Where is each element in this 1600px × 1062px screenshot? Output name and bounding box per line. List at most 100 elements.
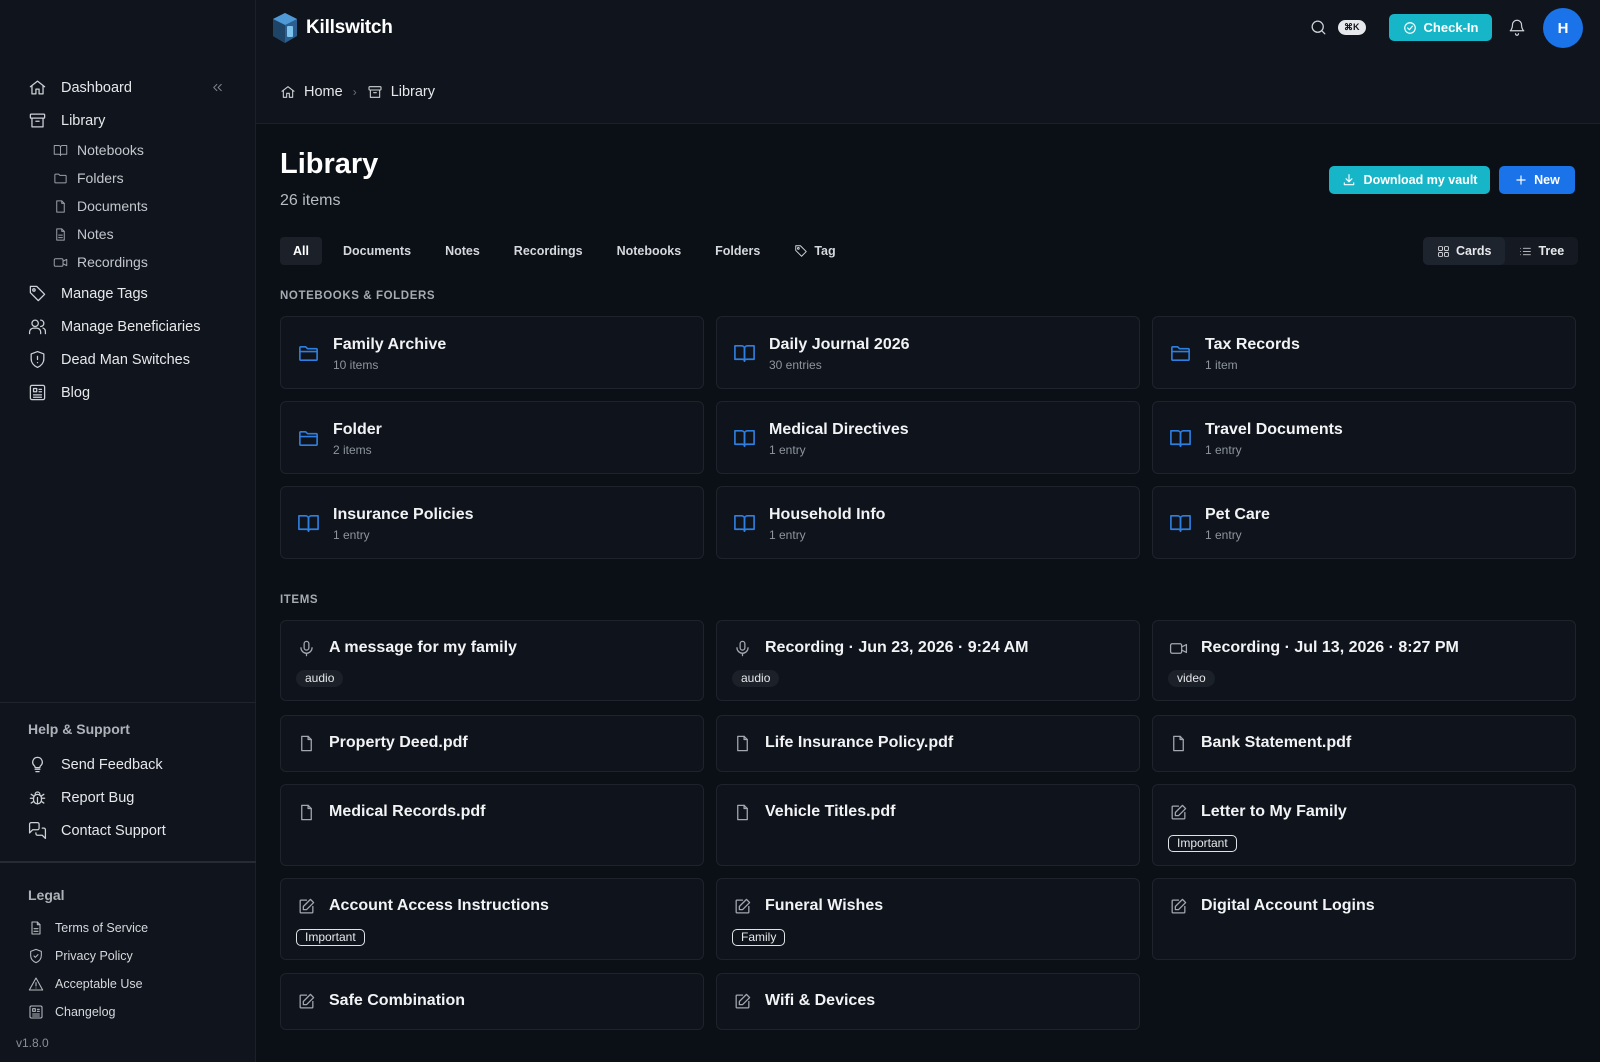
notebook-icon	[1170, 430, 1191, 447]
collection-name: Insurance Policies	[333, 506, 474, 523]
breadcrumb: Home › Library	[280, 84, 435, 100]
tab-all[interactable]: All	[280, 237, 322, 265]
item-card[interactable]: Vehicle Titles.pdf	[716, 784, 1140, 866]
item-name: Digital Account Logins	[1201, 897, 1375, 914]
folder-icon	[299, 345, 318, 362]
collection-card[interactable]: Medical Directives 1 entry	[716, 401, 1140, 474]
notebook-icon	[298, 515, 319, 532]
sidebar-item-label: Library	[61, 112, 106, 129]
item-card[interactable]: Recording · Jul 13, 2026 · 8:27 PM video	[1152, 620, 1576, 701]
legal-item-label: Changelog	[55, 1005, 116, 1019]
item-card[interactable]: Letter to My Family Important	[1152, 784, 1576, 866]
item-card[interactable]: Bank Statement.pdf	[1152, 715, 1576, 772]
grid-icon	[1438, 245, 1449, 257]
users-icon	[28, 319, 47, 335]
sidebar-subitem-documents[interactable]: Documents	[53, 198, 148, 214]
report-bug-link[interactable]: Report Bug	[28, 788, 134, 807]
sidebar-item-blog[interactable]: Blog	[28, 383, 90, 402]
sidebar-item-manage-tags[interactable]: Manage Tags	[28, 284, 148, 303]
edit-icon	[1171, 898, 1187, 914]
tab-recordings[interactable]: Recordings	[497, 237, 600, 265]
media-type-badge: audio	[296, 670, 344, 687]
sidebar-subitem-recordings[interactable]: Recordings	[53, 254, 148, 270]
sidebar-subitem-label: Folders	[77, 170, 124, 186]
sidebar-subitem-folders[interactable]: Folders	[53, 170, 124, 186]
sidebar-item-dead-man-switches[interactable]: Dead Man Switches	[28, 350, 190, 369]
lightbulb-icon	[32, 756, 43, 773]
collection-count: 1 entry	[333, 528, 370, 542]
view-toggle: Cards Tree	[1423, 237, 1579, 265]
home-icon	[281, 86, 295, 98]
tab-folders[interactable]: Folders	[698, 237, 777, 265]
list-icon	[1520, 247, 1532, 255]
sidebar-item-library[interactable]: Library	[28, 111, 105, 130]
terms-link[interactable]: Terms of Service	[28, 920, 148, 936]
collection-card[interactable]: Household Info 1 entry	[716, 486, 1140, 559]
search-button[interactable]	[1309, 18, 1328, 37]
new-label: New	[1534, 173, 1560, 187]
collapse-sidebar-button[interactable]	[210, 80, 225, 95]
collection-card[interactable]: Travel Documents 1 entry	[1152, 401, 1576, 474]
item-card[interactable]: Property Deed.pdf	[280, 715, 704, 772]
item-card[interactable]: Recording · Jun 23, 2026 · 9:24 AM audio	[716, 620, 1140, 701]
breadcrumb-current: Library	[390, 84, 436, 100]
contact-support-link[interactable]: Contact Support	[28, 821, 166, 840]
sidebar-subitem-notes[interactable]: Notes	[53, 226, 114, 242]
newspaper-icon	[29, 384, 46, 401]
send-feedback-link[interactable]: Send Feedback	[28, 755, 163, 774]
chevron-right-icon: ›	[352, 85, 357, 99]
collection-card[interactable]: Insurance Policies 1 entry	[280, 486, 704, 559]
item-card[interactable]: Funeral Wishes Family	[716, 878, 1140, 960]
check-in-button[interactable]: Check-In	[1389, 14, 1492, 41]
legal-item-label: Privacy Policy	[55, 949, 133, 963]
breadcrumb-home[interactable]: Home	[304, 84, 343, 100]
notifications-button[interactable]	[1508, 18, 1526, 36]
item-card[interactable]: Account Access Instructions Important	[280, 878, 704, 960]
item-card[interactable]: Safe Combination	[280, 973, 704, 1030]
newspaper-icon	[29, 1005, 43, 1019]
collection-card[interactable]: Pet Care 1 entry	[1152, 486, 1576, 559]
collection-card[interactable]: Family Archive 10 items	[280, 316, 704, 389]
tag-icon	[795, 245, 808, 257]
tag-badge: Family	[732, 929, 786, 946]
collection-card[interactable]: Folder 2 items	[280, 401, 704, 474]
tab-notebooks[interactable]: Notebooks	[600, 237, 699, 265]
file-icon	[56, 199, 65, 213]
tab-documents[interactable]: Documents	[326, 237, 428, 265]
item-name: Bank Statement.pdf	[1201, 734, 1352, 751]
edit-icon	[299, 898, 315, 914]
item-name: Vehicle Titles.pdf	[765, 803, 896, 820]
item-card[interactable]: Life Insurance Policy.pdf	[716, 715, 1140, 772]
collection-card[interactable]: Daily Journal 2026 30 entries	[716, 316, 1140, 389]
sidebar-item-label: Manage Tags	[61, 285, 148, 302]
edit-icon	[299, 993, 315, 1009]
microphone-icon	[736, 640, 749, 657]
new-button[interactable]: New	[1499, 166, 1575, 194]
cards-view-button[interactable]: Cards	[1423, 237, 1506, 265]
tab-notes[interactable]: Notes	[428, 237, 497, 265]
app-logo[interactable]: Killswitch	[272, 12, 393, 44]
archive-icon	[29, 113, 46, 128]
sidebar-item-dashboard[interactable]: Dashboard	[28, 78, 132, 97]
alert-triangle-icon	[28, 977, 44, 991]
item-card[interactable]: Wifi & Devices	[716, 973, 1140, 1030]
item-card[interactable]: Medical Records.pdf	[280, 784, 704, 866]
sidebar-item-manage-beneficiaries[interactable]: Manage Beneficiaries	[28, 317, 200, 336]
tab-tag-filter[interactable]: Tag	[777, 237, 852, 265]
changelog-link[interactable]: Changelog	[28, 1004, 115, 1020]
check-circle-icon	[1403, 21, 1416, 34]
item-card[interactable]: Digital Account Logins	[1152, 878, 1576, 960]
archive-icon	[368, 86, 382, 98]
tree-view-button[interactable]: Tree	[1505, 237, 1578, 265]
download-vault-button[interactable]: Download my vault	[1329, 166, 1490, 194]
item-card[interactable]: A message for my family audio	[280, 620, 704, 701]
collection-card[interactable]: Tax Records 1 item	[1152, 316, 1576, 389]
edit-icon	[735, 898, 751, 914]
privacy-link[interactable]: Privacy Policy	[28, 948, 133, 964]
acceptable-use-link[interactable]: Acceptable Use	[28, 976, 143, 992]
sidebar-subitem-notebooks[interactable]: Notebooks	[53, 142, 144, 158]
user-avatar[interactable]: H	[1543, 8, 1583, 48]
search-shortcut-badge: ⌘K	[1338, 20, 1366, 35]
collection-count: 1 item	[1205, 358, 1238, 372]
legal-heading: Legal	[28, 887, 65, 903]
